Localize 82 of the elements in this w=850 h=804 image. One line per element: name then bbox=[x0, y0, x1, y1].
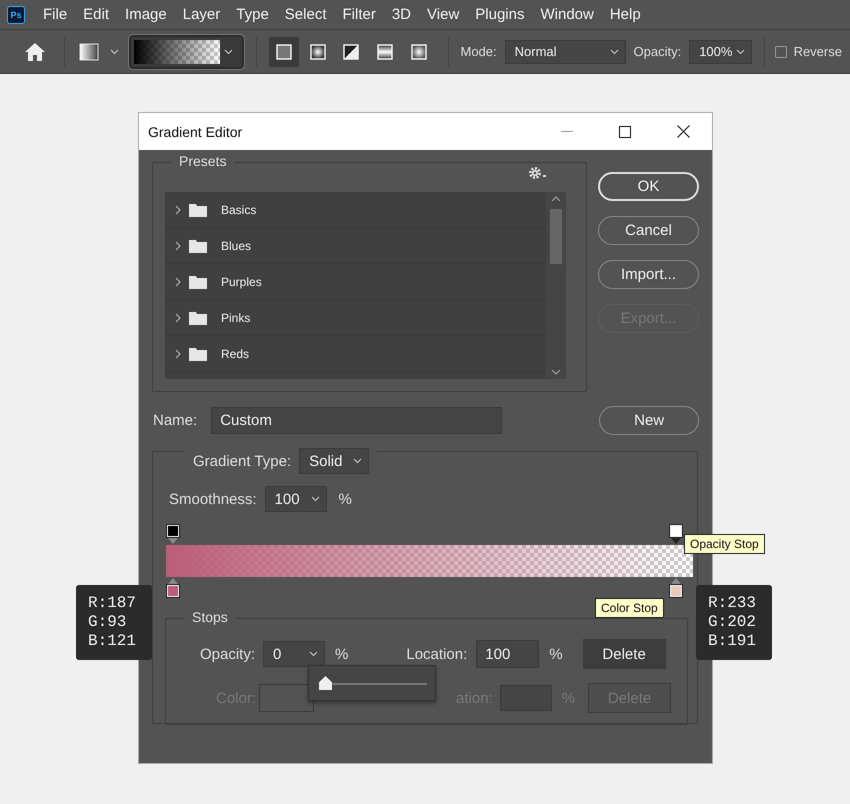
chevron-down-icon bbox=[353, 458, 362, 464]
menu-item[interactable]: Window bbox=[532, 6, 602, 23]
chevron-down-icon bbox=[224, 48, 234, 54]
opacity-stop[interactable] bbox=[167, 525, 179, 537]
folder-icon bbox=[189, 238, 207, 252]
folder-icon bbox=[189, 310, 207, 324]
home-icon bbox=[24, 42, 46, 62]
rgb-readout: R:187 G:93 B:121 bbox=[76, 585, 152, 660]
preset-folder-row[interactable]: Blues bbox=[165, 228, 546, 264]
chevron-down-icon bbox=[610, 48, 618, 54]
chevron-down-icon bbox=[309, 651, 318, 657]
dialog-button[interactable]: Cancel bbox=[598, 216, 699, 245]
color-stop[interactable] bbox=[670, 585, 682, 597]
reverse-checkbox[interactable] bbox=[774, 46, 787, 58]
opacity-label: Opacity: bbox=[200, 646, 256, 662]
presets-title: Presets bbox=[171, 153, 234, 169]
minimize-icon bbox=[561, 130, 573, 132]
folder-icon bbox=[189, 346, 207, 360]
folder-icon bbox=[189, 202, 207, 216]
menu-item[interactable]: File bbox=[35, 6, 76, 23]
location-field[interactable] bbox=[500, 685, 552, 711]
preset-folder-row[interactable]: Purples bbox=[165, 264, 546, 300]
preset-folder-row[interactable]: Pinks bbox=[165, 300, 546, 336]
maximize-icon bbox=[619, 126, 631, 138]
location-field[interactable]: 100 bbox=[476, 640, 540, 668]
window-title: Gradient Editor bbox=[148, 124, 244, 140]
menu-item[interactable]: Help bbox=[602, 6, 649, 23]
chevron-down-icon bbox=[110, 48, 120, 54]
opacity-label: Opacity: bbox=[634, 44, 682, 59]
menu-item[interactable]: Select bbox=[276, 6, 334, 23]
stops-title: Stops bbox=[184, 609, 236, 625]
tooltip: Color Stop bbox=[595, 598, 664, 618]
chevron-down-icon bbox=[736, 48, 745, 54]
mode-select[interactable]: Normal bbox=[504, 40, 626, 64]
new-button[interactable]: New bbox=[599, 406, 699, 435]
opacity-field[interactable]: 100% bbox=[689, 40, 752, 64]
gradient-shape-icon bbox=[276, 44, 292, 60]
smoothness-field[interactable]: 100 bbox=[264, 486, 327, 512]
gradient-shape-icon bbox=[310, 44, 326, 60]
preset-folder-row[interactable]: Basics bbox=[165, 192, 546, 228]
gradient-shape-icon bbox=[343, 44, 360, 60]
gradient-shape-icon bbox=[410, 44, 427, 60]
opacity-field[interactable]: 0 bbox=[263, 641, 326, 667]
gradient-tool-icon bbox=[79, 42, 100, 60]
menu-item[interactable]: Plugins bbox=[467, 6, 532, 23]
reverse-label: Reverse bbox=[794, 44, 842, 59]
scrollbar-thumb[interactable] bbox=[550, 209, 562, 264]
color-stop[interactable] bbox=[167, 585, 179, 597]
gradient-picker[interactable] bbox=[129, 34, 244, 68]
unit-label: % bbox=[335, 646, 348, 662]
location-label: Location: bbox=[406, 646, 468, 662]
menu-item[interactable]: Layer bbox=[174, 6, 228, 23]
dialog-button[interactable]: Import... bbox=[598, 260, 699, 289]
preset-folder-row[interactable]: Reds bbox=[165, 336, 546, 372]
unit-label: % bbox=[549, 646, 563, 662]
name-field[interactable]: Custom bbox=[211, 407, 502, 434]
slider-thumb[interactable] bbox=[319, 676, 332, 690]
settings-icon[interactable] bbox=[528, 166, 548, 180]
tooltip: Opacity Stop bbox=[684, 534, 765, 554]
mode-label: Mode: bbox=[460, 44, 497, 59]
folder-icon bbox=[189, 274, 207, 288]
close-icon bbox=[676, 125, 690, 138]
menu-item[interactable]: Type bbox=[228, 6, 277, 23]
menu-item[interactable]: Edit bbox=[75, 6, 118, 23]
rgb-readout: R:233 G:202 B:191 bbox=[696, 585, 772, 660]
gradient-shape-button[interactable] bbox=[269, 36, 299, 66]
menu-item[interactable]: View bbox=[419, 6, 468, 23]
smoothness-label: Smoothness: bbox=[169, 490, 257, 508]
gradient-type-select[interactable]: Solid bbox=[299, 448, 370, 474]
delete-button[interactable]: Delete bbox=[582, 639, 666, 669]
gradient-type-label: Gradient Type: bbox=[193, 452, 292, 470]
menu-item[interactable]: Filter bbox=[334, 6, 384, 23]
name-label: Name: bbox=[153, 412, 198, 429]
unit-label: % bbox=[338, 490, 352, 508]
chevron-down-icon bbox=[310, 496, 320, 502]
gradient-shape-icon bbox=[377, 44, 393, 60]
dialog-button[interactable]: OK bbox=[598, 172, 699, 201]
unit-label: % bbox=[562, 690, 576, 706]
menu-item[interactable]: Image bbox=[117, 6, 175, 23]
app-logo: Ps bbox=[7, 6, 25, 24]
menu-item[interactable]: 3D bbox=[384, 6, 420, 23]
scrollbar[interactable] bbox=[546, 192, 566, 379]
